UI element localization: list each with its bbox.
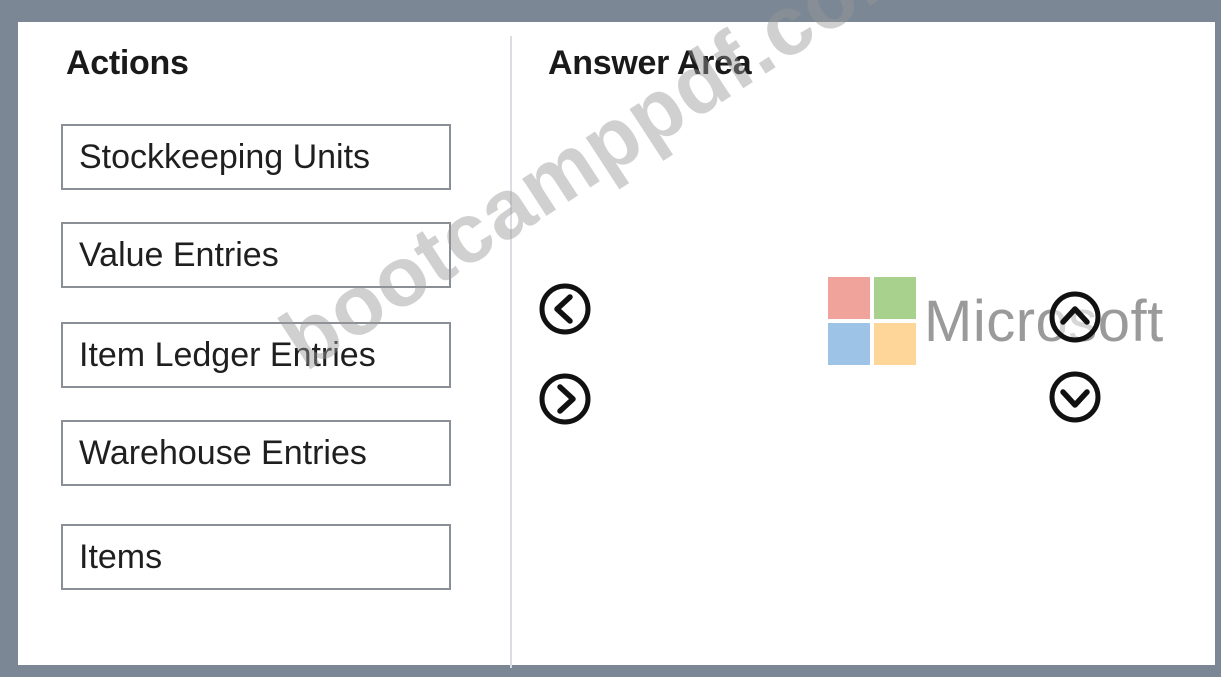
logo-square-red [828, 277, 870, 319]
chevron-up-circle-icon [1049, 291, 1101, 343]
microsoft-logo-icon [828, 277, 916, 365]
answer-area-heading: Answer Area [548, 44, 752, 82]
chevron-right-circle-icon [539, 373, 591, 425]
action-item-warehouse-entries[interactable]: Warehouse Entries [61, 420, 451, 486]
action-item-item-ledger-entries[interactable]: Item Ledger Entries [61, 322, 451, 388]
action-item-value-entries[interactable]: Value Entries [61, 222, 451, 288]
logo-square-blue [828, 323, 870, 365]
chevron-down-circle-icon [1049, 371, 1101, 423]
drag-drop-panel: Actions Answer Area Stockkeeping Units V… [18, 22, 1215, 668]
logo-square-yellow [874, 323, 916, 365]
logo-square-green [874, 277, 916, 319]
chevron-left-circle-icon [539, 283, 591, 335]
microsoft-logo-text: Microsoft [924, 288, 1164, 354]
panel-divider [510, 36, 512, 668]
action-item-items[interactable]: Items [61, 524, 451, 590]
move-up-button[interactable] [1048, 290, 1102, 344]
microsoft-logo: Microsoft [828, 275, 1164, 367]
action-item-stockkeeping-units[interactable]: Stockkeeping Units [61, 124, 451, 190]
actions-heading: Actions [66, 44, 189, 82]
move-left-button[interactable] [538, 282, 592, 336]
move-down-button[interactable] [1048, 370, 1102, 424]
move-right-button[interactable] [538, 372, 592, 426]
